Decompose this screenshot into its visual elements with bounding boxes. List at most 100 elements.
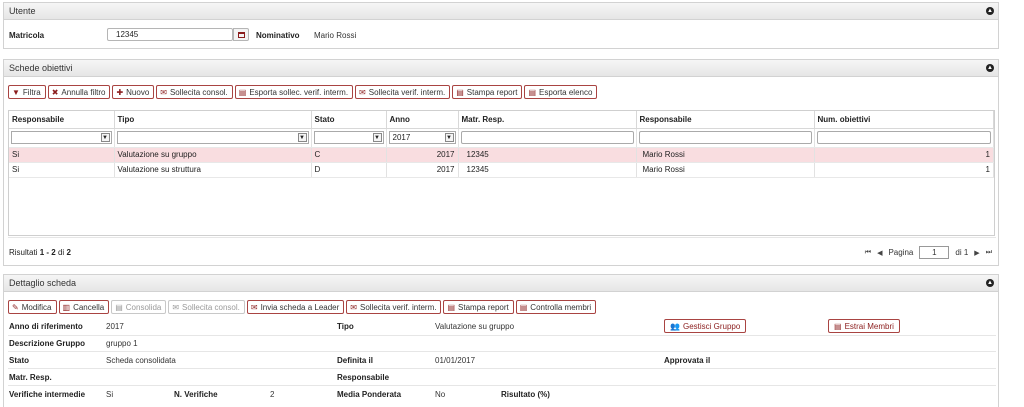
cell: 12345 [458, 147, 637, 163]
schede-toolbar: ▼ Filtra ✖ Annulla filtro ✚ Nuovo ✉ Sollecit… [8, 85, 598, 99]
esporta-sollec-button[interactable]: ▤ Esporta sollec. verif. interm. [234, 85, 354, 99]
cell: Mario Rossi [636, 162, 815, 178]
stato-label: Stato [9, 356, 29, 365]
modifica-button[interactable]: ✎ Modifica [8, 300, 57, 314]
divider [8, 335, 996, 336]
cell: 2017 [386, 147, 459, 163]
schede-panel: Schede obiettivi ▲ ▼ Filtra ✖ Annulla filt… [3, 59, 999, 266]
column-header[interactable]: Anno [386, 111, 459, 129]
filter-responsabile-input[interactable] [638, 131, 812, 144]
schede-panel-header: Schede obiettivi ▲ [4, 60, 998, 77]
tipo-label: Tipo [337, 322, 354, 331]
responsabile-label: Responsabile [337, 373, 390, 382]
tipo-value: Valutazione su gruppo [435, 322, 515, 331]
anno-value: 2017 [106, 322, 124, 331]
filter-matr-resp-input[interactable] [460, 131, 634, 144]
definita-value: 01/01/2017 [435, 356, 476, 365]
filter-responsabile-select[interactable]: ▼ [11, 131, 112, 144]
divider [8, 385, 996, 386]
column-header[interactable]: Matr. Resp. [458, 111, 637, 129]
utente-panel: Utente ▲ Matricola 12345 Nominativo Mari… [3, 2, 999, 49]
prev-page-icon[interactable]: ◀ [877, 249, 882, 257]
collapse-dettaglio-icon[interactable]: ▲ [986, 279, 994, 287]
dettaglio-toolbar: ✎ Modifica ▥ Cancella ▤ Consolida ✉ Sollecit… [8, 300, 597, 314]
schede-grid: Responsabile Tipo Stato Anno Matr. Resp.… [8, 110, 995, 236]
table-row[interactable]: Si Valutazione su struttura D 2017 12345… [9, 162, 994, 178]
esporta-elenco-button[interactable]: ▤ Esporta elenco [524, 85, 598, 99]
dettaglio-panel: Dettaglio scheda ▲ ✎ Modifica ▥ Cancella ▤… [3, 274, 999, 407]
column-header[interactable]: Responsabile [9, 111, 115, 129]
stampa-report-detail-button[interactable]: ▤ Stampa report [443, 300, 514, 314]
column-header[interactable]: Stato [311, 111, 387, 129]
cell: Valutazione su gruppo [114, 147, 312, 163]
cell: C [311, 147, 387, 163]
envelope-icon: ✉ [250, 302, 258, 312]
filter-anno-select[interactable]: 2017 ▼ [388, 131, 456, 144]
consolida-button[interactable]: ▤ Consolida [111, 300, 167, 314]
n-verifiche-value: 2 [270, 390, 275, 399]
sollecita-verif-button[interactable]: ✉ Sollecita verif. interm. [355, 85, 451, 99]
matricola-input[interactable]: 12345 [107, 28, 233, 41]
pager: ⏮ ◀ Pagina 1 di 1 ▶ ⏭ [865, 246, 992, 259]
approvata-label: Approvata il [664, 356, 711, 365]
chevron-down-icon: ▼ [100, 133, 110, 142]
column-header[interactable]: Responsabile [636, 111, 815, 129]
collapse-utente-icon[interactable]: ▲ [986, 7, 994, 15]
page-label: Pagina [888, 248, 914, 257]
cell: Mario Rossi [636, 147, 815, 163]
cell: Si [9, 162, 115, 178]
cell: 12345 [458, 162, 637, 178]
sollecita-consol-button[interactable]: ✉ Sollecita consol. [156, 85, 233, 99]
header-row: Responsabile Tipo Stato Anno Matr. Resp.… [9, 111, 994, 129]
nuovo-button[interactable]: ✚ Nuovo [112, 85, 155, 99]
gestisci-gruppo-button[interactable]: 👥 Gestisci Gruppo [664, 319, 747, 333]
users-icon: 👥 [670, 321, 680, 331]
descrizione-value: gruppo 1 [106, 339, 138, 348]
definita-label: Definita il [337, 356, 374, 365]
filter-tipo-select[interactable]: ▼ [116, 131, 309, 144]
risultato-label: Risultato (%) [501, 390, 550, 399]
document-icon: ▤ [238, 87, 247, 97]
divider [8, 351, 996, 352]
page-total: di 1 [955, 248, 969, 257]
filter-stato-select[interactable]: ▼ [313, 131, 384, 144]
invia-leader-button[interactable]: ✉ Invia scheda a Leader [246, 300, 345, 314]
sollecita-consol-detail-button[interactable]: ✉ Sollecita consol. [168, 300, 245, 314]
calendar-icon [238, 32, 245, 38]
sollecita-verif-detail-button[interactable]: ✉ Sollecita verif. interm. [346, 300, 442, 314]
column-header[interactable]: Num. obiettivi [814, 111, 994, 129]
schede-table: Responsabile Tipo Stato Anno Matr. Resp.… [9, 111, 994, 178]
cancella-button[interactable]: ▥ Cancella [58, 300, 110, 314]
first-page-icon[interactable]: ⏮ [865, 249, 871, 257]
next-page-icon[interactable]: ▶ [974, 249, 979, 257]
envelope-icon: ✉ [359, 87, 366, 97]
divider [8, 237, 996, 238]
matricola-lookup-button[interactable] [233, 28, 249, 41]
utente-panel-title: Utente [9, 6, 36, 16]
utente-panel-header: Utente ▲ [4, 3, 998, 20]
n-verifiche-label: N. Verifiche [174, 390, 218, 399]
collapse-schede-icon[interactable]: ▲ [986, 64, 994, 72]
cell: 1 [814, 147, 994, 163]
document-icon: ▤ [834, 321, 842, 331]
cell: 1 [814, 162, 994, 178]
media-value: No [435, 390, 446, 399]
filter-num-obiettivi-input[interactable] [816, 131, 991, 144]
chevron-down-icon: ▼ [372, 133, 382, 142]
filter-icon: ▼ [12, 87, 20, 97]
annulla-filtro-button[interactable]: ✖ Annulla filtro [47, 85, 111, 99]
filtra-button[interactable]: ▼ Filtra [8, 85, 46, 99]
column-header[interactable]: Tipo [114, 111, 312, 129]
estrai-membri-button[interactable]: ▤ Estrai Membri [828, 319, 900, 333]
dettaglio-panel-header: Dettaglio scheda ▲ [4, 275, 998, 292]
document-icon: ▤ [447, 302, 456, 312]
stampa-report-button[interactable]: ▤ Stampa report [452, 85, 523, 99]
page-number-input[interactable]: 1 [919, 246, 950, 259]
table-row[interactable]: Si Valutazione su gruppo C 2017 12345 Ma… [9, 147, 994, 163]
last-page-icon[interactable]: ⏭ [986, 249, 992, 257]
envelope-icon: ✉ [172, 302, 180, 312]
controlla-membri-button[interactable]: ▤ Controlla membri [515, 300, 597, 314]
cell: D [311, 162, 387, 178]
document-icon: ▤ [519, 302, 528, 312]
stato-value: Scheda consolidata [106, 356, 176, 365]
